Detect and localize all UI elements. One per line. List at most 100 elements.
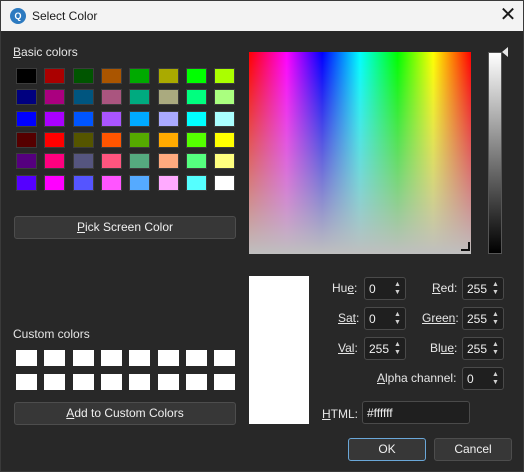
basic-color-swatch[interactable] — [73, 68, 94, 84]
custom-color-swatch[interactable] — [73, 374, 94, 390]
custom-color-swatch[interactable] — [186, 374, 207, 390]
basic-color-swatch[interactable] — [158, 89, 179, 105]
basic-color-swatch[interactable] — [73, 111, 94, 127]
red-value[interactable]: 255 — [467, 282, 487, 296]
basic-color-swatch[interactable] — [101, 175, 122, 191]
alpha-value[interactable]: 0 — [467, 372, 474, 386]
basic-color-swatch[interactable] — [186, 153, 207, 169]
cancel-button[interactable]: Cancel — [434, 438, 512, 461]
basic-color-swatch[interactable] — [158, 153, 179, 169]
sat-spinbox[interactable]: 0 ▲ ▼ — [364, 307, 406, 330]
basic-color-swatch[interactable] — [44, 68, 65, 84]
basic-color-swatch[interactable] — [73, 89, 94, 105]
basic-color-swatch[interactable] — [158, 111, 179, 127]
spin-down-icon[interactable]: ▼ — [392, 348, 403, 357]
basic-color-swatch[interactable] — [214, 68, 235, 84]
custom-color-swatch[interactable] — [44, 374, 65, 390]
basic-color-swatch[interactable] — [16, 132, 37, 148]
basic-color-swatch[interactable] — [186, 175, 207, 191]
custom-color-swatch[interactable] — [101, 374, 122, 390]
basic-color-swatch[interactable] — [214, 132, 235, 148]
spin-down-icon[interactable]: ▼ — [490, 348, 501, 357]
basic-color-swatch[interactable] — [101, 68, 122, 84]
basic-color-swatch[interactable] — [129, 153, 150, 169]
basic-color-swatch[interactable] — [44, 111, 65, 127]
custom-color-swatch[interactable] — [16, 350, 37, 366]
basic-color-swatch[interactable] — [101, 153, 122, 169]
basic-color-swatch[interactable] — [186, 68, 207, 84]
hue-label: Hue: — [332, 281, 358, 295]
basic-color-swatch[interactable] — [129, 111, 150, 127]
basic-color-swatch[interactable] — [158, 175, 179, 191]
basic-color-swatch[interactable] — [129, 89, 150, 105]
basic-color-swatch[interactable] — [44, 175, 65, 191]
color-spectrum[interactable] — [249, 52, 471, 254]
basic-color-swatch[interactable] — [214, 111, 235, 127]
spin-down-icon[interactable]: ▼ — [490, 288, 501, 297]
basic-color-swatch[interactable] — [214, 153, 235, 169]
blue-value[interactable]: 255 — [467, 342, 487, 356]
spin-down-icon[interactable]: ▼ — [392, 318, 403, 327]
basic-color-swatch[interactable] — [186, 132, 207, 148]
green-value[interactable]: 255 — [467, 312, 487, 326]
basic-color-swatch[interactable] — [73, 132, 94, 148]
custom-color-swatch[interactable] — [16, 374, 37, 390]
select-color-dialog: Q Select Color ✕ Basic colors Pick Scree… — [0, 0, 524, 472]
basic-color-swatch[interactable] — [129, 68, 150, 84]
basic-color-swatch[interactable] — [73, 153, 94, 169]
luminance-slider[interactable] — [488, 52, 502, 254]
custom-color-swatch[interactable] — [44, 350, 65, 366]
red-spinbox[interactable]: 255 ▲ ▼ — [462, 277, 504, 300]
custom-color-swatch[interactable] — [214, 374, 235, 390]
sat-value[interactable]: 0 — [369, 312, 376, 326]
basic-color-swatch[interactable] — [214, 89, 235, 105]
spin-down-icon[interactable]: ▼ — [490, 318, 501, 327]
spin-down-icon[interactable]: ▼ — [490, 378, 501, 387]
val-spinbox[interactable]: 255 ▲ ▼ — [364, 337, 406, 360]
basic-color-swatch[interactable] — [101, 132, 122, 148]
basic-color-swatch[interactable] — [16, 111, 37, 127]
green-spinbox[interactable]: 255 ▲ ▼ — [462, 307, 504, 330]
custom-color-swatch[interactable] — [158, 350, 179, 366]
basic-color-swatch[interactable] — [101, 89, 122, 105]
html-hex-input[interactable]: #ffffff — [362, 401, 470, 424]
basic-color-swatch[interactable] — [101, 111, 122, 127]
red-label: Red: — [432, 281, 458, 295]
basic-color-swatch[interactable] — [73, 175, 94, 191]
hue-spinbox[interactable]: 0 ▲ ▼ — [364, 277, 406, 300]
basic-color-swatch[interactable] — [44, 153, 65, 169]
basic-color-swatch[interactable] — [16, 89, 37, 105]
add-to-custom-colors-button[interactable]: Add to Custom Colors — [14, 402, 236, 425]
basic-color-swatch[interactable] — [44, 89, 65, 105]
basic-color-swatch[interactable] — [158, 132, 179, 148]
custom-color-swatch[interactable] — [73, 350, 94, 366]
basic-color-swatch[interactable] — [16, 175, 37, 191]
sat-label: Sat: — [338, 311, 360, 325]
basic-color-swatch[interactable] — [186, 111, 207, 127]
basic-color-swatch[interactable] — [44, 132, 65, 148]
custom-color-swatch[interactable] — [129, 374, 150, 390]
ok-button[interactable]: OK — [348, 438, 426, 461]
spin-down-icon[interactable]: ▼ — [392, 288, 403, 297]
basic-color-swatch[interactable] — [186, 89, 207, 105]
alpha-spinbox[interactable]: 0 ▲ ▼ — [462, 367, 504, 390]
val-value[interactable]: 255 — [369, 342, 389, 356]
basic-color-swatch[interactable] — [16, 153, 37, 169]
close-button[interactable]: ✕ — [493, 1, 523, 31]
basic-color-swatch[interactable] — [129, 175, 150, 191]
custom-color-swatch[interactable] — [186, 350, 207, 366]
custom-color-swatch[interactable] — [158, 374, 179, 390]
color-preview — [249, 276, 309, 424]
custom-color-swatch[interactable] — [214, 350, 235, 366]
basic-color-swatch[interactable] — [16, 68, 37, 84]
spectrum-crosshair[interactable] — [461, 242, 470, 251]
blue-spinbox[interactable]: 255 ▲ ▼ — [462, 337, 504, 360]
pick-screen-color-button[interactable]: Pick Screen Color — [14, 216, 236, 239]
basic-color-swatch[interactable] — [129, 132, 150, 148]
hue-value[interactable]: 0 — [369, 282, 376, 296]
custom-color-swatch[interactable] — [129, 350, 150, 366]
custom-color-swatch[interactable] — [101, 350, 122, 366]
basic-color-swatch[interactable] — [214, 175, 235, 191]
luminance-handle-icon[interactable] — [502, 47, 508, 57]
basic-color-swatch[interactable] — [158, 68, 179, 84]
